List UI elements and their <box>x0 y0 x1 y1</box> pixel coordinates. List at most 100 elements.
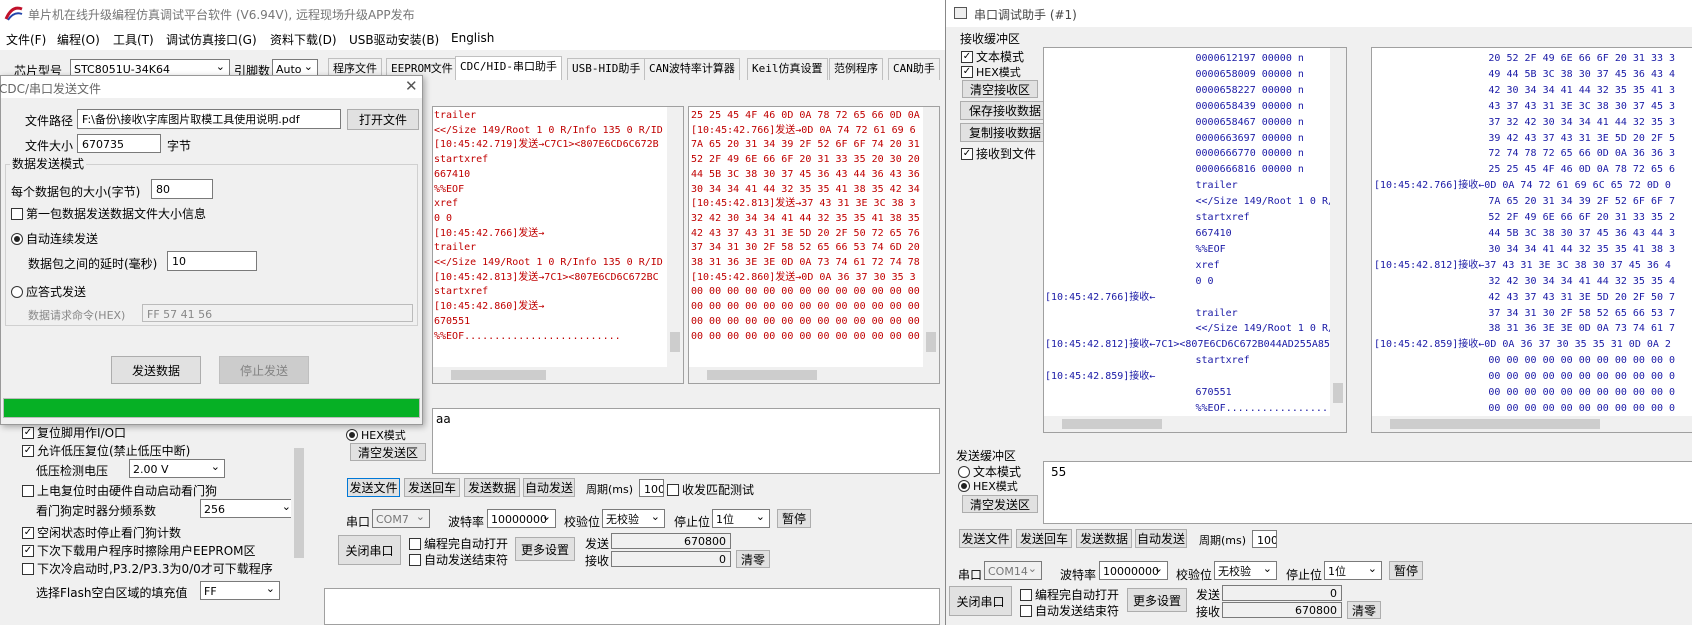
copy-recv-button[interactable]: 复制接收数据 <box>960 123 1050 142</box>
send-enter-button[interactable]: 发送回车 <box>404 478 460 497</box>
log-line: 670551 <box>1045 387 1232 399</box>
pause-button[interactable]: 暂停 <box>777 509 811 528</box>
horizontal-scrollbar[interactable] <box>1044 416 1346 432</box>
send-text-area[interactable]: aa <box>432 408 940 474</box>
baud-label: 波特率 <box>1060 568 1097 582</box>
stop-select[interactable]: 1位 <box>1324 561 1382 580</box>
clear-recv-button[interactable]: 清空接收区 <box>962 80 1038 98</box>
send-data-button[interactable]: 发送数据 <box>464 478 520 497</box>
menu-program[interactable]: 编程(O) <box>57 31 100 48</box>
send-data-button[interactable]: 发送数据 <box>111 356 201 384</box>
stop-select[interactable]: 1位 <box>712 509 770 528</box>
hex-mode-radio[interactable]: HEX模式 <box>346 427 406 443</box>
match-test-checkbox[interactable]: 收发匹配测试 <box>667 481 754 498</box>
more-settings-button[interactable]: 更多设置 <box>515 537 575 561</box>
vertical-scrollbar[interactable] <box>923 107 939 367</box>
stop-send-button[interactable]: 停止发送 <box>219 356 309 384</box>
option-select[interactable]: FF <box>200 581 280 600</box>
log-line: 30 34 34 41 44 32 35 35 41 38 3 <box>1374 243 1676 255</box>
reply-send-radio[interactable]: 应答式发送 <box>11 283 86 300</box>
option-checkbox[interactable]: ✓ 允许低压复位(禁止低压中断) <box>22 442 190 459</box>
vertical-scrollbar[interactable] <box>1330 48 1346 416</box>
auto-send-button[interactable]: 自动发送 <box>523 478 575 497</box>
baud-select[interactable]: 10000000 <box>1099 561 1168 580</box>
parity-select[interactable]: 无校验 <box>602 509 665 528</box>
auto-stop-checkbox[interactable]: 自动发送结束符 <box>409 551 508 568</box>
option-checkbox[interactable]: 上电复位时由硬件自动启动看门狗 <box>22 482 217 499</box>
send-file-button[interactable]: 发送文件 <box>959 529 1012 548</box>
option-label: 下次下载用户程序时擦除用户EEPROM区 <box>37 544 256 558</box>
assistant-send-area[interactable]: 55 <box>1043 461 1692 524</box>
option-select[interactable]: 256 <box>200 499 296 518</box>
clear-count-button[interactable]: 清零 <box>736 550 770 568</box>
clear-count-button[interactable]: 清零 <box>1347 601 1381 619</box>
menu-file[interactable]: 文件(F) <box>6 31 46 48</box>
port-select[interactable]: COM7 <box>372 509 430 528</box>
send-file-button[interactable]: 发送文件 <box>347 478 400 497</box>
tab-cdc-serial[interactable]: CDC/HID-串口助手 <box>455 56 562 80</box>
tab-keil[interactable]: Keil仿真设置 <box>747 58 828 80</box>
option-checkbox[interactable]: 下次冷启动时,P3.2/P3.3为0/0才可下载程序 <box>22 560 273 577</box>
request-cmd-input[interactable]: FF 57 41 56 <box>142 304 413 322</box>
horizontal-scrollbar[interactable] <box>689 367 939 383</box>
assistant-recv-hex-pane[interactable]: 20 52 2F 49 6E 66 6F 20 31 33 3 49 44 5B… <box>1371 47 1692 433</box>
text-mode-label: 文本模式 <box>976 50 1025 64</box>
sent-count: 670800 <box>611 533 731 549</box>
hex-mode-label: HEX模式 <box>976 66 1021 79</box>
tab-usb-hid[interactable]: USB-HID助手 <box>567 58 646 80</box>
horizontal-scrollbar[interactable] <box>433 367 683 383</box>
option-checkbox[interactable]: ✓ 复位脚用作I/O口 <box>22 424 126 441</box>
more-settings-button[interactable]: 更多设置 <box>1127 588 1187 612</box>
option-checkbox[interactable]: ✓ 空闲状态时停止看门狗计数 <box>22 524 181 541</box>
menu-debug[interactable]: 调试仿真接口(G) <box>166 31 257 48</box>
tab-can-helper[interactable]: CAN助手 <box>888 58 940 80</box>
log-line: 30 34 34 41 44 32 35 35 41 38 35 42 34 <box>691 183 920 195</box>
auto-open-checkbox[interactable]: 编程完自动打开 <box>1020 586 1119 603</box>
hex-mode-checkbox[interactable]: ✓ HEX模式 <box>961 64 1021 80</box>
auto-stop-checkbox[interactable]: 自动发送结束符 <box>1020 602 1119 619</box>
close-port-button[interactable]: 关闭串口 <box>949 586 1012 616</box>
period-input[interactable]: 100 <box>639 479 664 497</box>
auto-send-button[interactable]: 自动发送 <box>1135 529 1187 548</box>
text-mode-checkbox[interactable]: ✓ 文本模式 <box>961 48 1024 65</box>
open-file-button[interactable]: 打开文件 <box>347 109 419 130</box>
option-setting[interactable]: 低压检测电压 <box>36 462 108 479</box>
auto-continuous-radio[interactable]: 自动连续发送 <box>11 230 98 247</box>
bottom-text-area <box>324 588 940 625</box>
hex-mode-radio[interactable]: HEX模式 <box>958 478 1018 494</box>
port-select[interactable]: COM14 <box>984 561 1042 580</box>
tab-can-baud[interactable]: CAN波特率计算器 <box>644 58 740 80</box>
assistant-recv-text-pane[interactable]: 0000612197 00000 n 0000658009 00000 n 00… <box>1043 47 1347 433</box>
recv-to-file-checkbox[interactable]: ✓ 接收到文件 <box>961 145 1036 162</box>
vertical-scrollbar[interactable] <box>667 107 683 367</box>
send-data-button[interactable]: 发送数据 <box>1076 529 1132 548</box>
baud-select[interactable]: 10000000 <box>487 509 556 528</box>
file-path-input[interactable]: F:\备份\接收\字库图片取模工具使用说明.pdf <box>77 109 341 129</box>
first-packet-checkbox[interactable]: 第一包数据发送数据文件大小信息 <box>11 205 206 222</box>
recv-text-pane[interactable]: trailer <</Size 149/Root 1 0 R/Info 135 0… <box>432 106 684 384</box>
horizontal-scrollbar[interactable] <box>1372 416 1692 432</box>
pause-button[interactable]: 暂停 <box>1389 561 1423 580</box>
option-select[interactable]: 2.00 V <box>129 459 225 478</box>
recv-hex-pane[interactable]: 25 25 45 4F 46 0D 0A 78 72 65 66 0D 0A [1… <box>688 106 940 384</box>
option-checkbox[interactable]: ✓ 下次下载用户程序时擦除用户EEPROM区 <box>22 542 256 559</box>
period-input[interactable]: 100 <box>1252 530 1277 548</box>
tab-examples[interactable]: 范例程序 <box>829 58 883 80</box>
packet-size-input[interactable]: 80 <box>151 179 213 199</box>
auto-open-checkbox[interactable]: 编程完自动打开 <box>409 535 508 552</box>
menu-usb-driver[interactable]: USB驱动安装(B) <box>349 31 439 48</box>
option-setting[interactable]: 选择Flash空白区域的填充值 <box>36 584 187 601</box>
close-port-button[interactable]: 关闭串口 <box>338 535 401 565</box>
close-icon[interactable]: ✕ <box>405 77 418 95</box>
menu-tools[interactable]: 工具(T) <box>113 31 154 48</box>
parity-select[interactable]: 无校验 <box>1214 561 1277 580</box>
send-enter-button[interactable]: 发送回车 <box>1016 529 1072 548</box>
vertical-scrollbar[interactable] <box>291 428 307 598</box>
clear-send-button[interactable]: 清空发送区 <box>962 495 1038 513</box>
menu-download[interactable]: 资料下载(D) <box>270 31 337 48</box>
option-setting[interactable]: 看门狗定时器分频系数 <box>36 502 156 519</box>
save-recv-button[interactable]: 保存接收数据 <box>960 101 1050 120</box>
menu-english[interactable]: English <box>451 31 494 45</box>
clear-send-button[interactable]: 清空发送区 <box>350 443 426 461</box>
delay-input[interactable]: 10 <box>167 251 257 271</box>
